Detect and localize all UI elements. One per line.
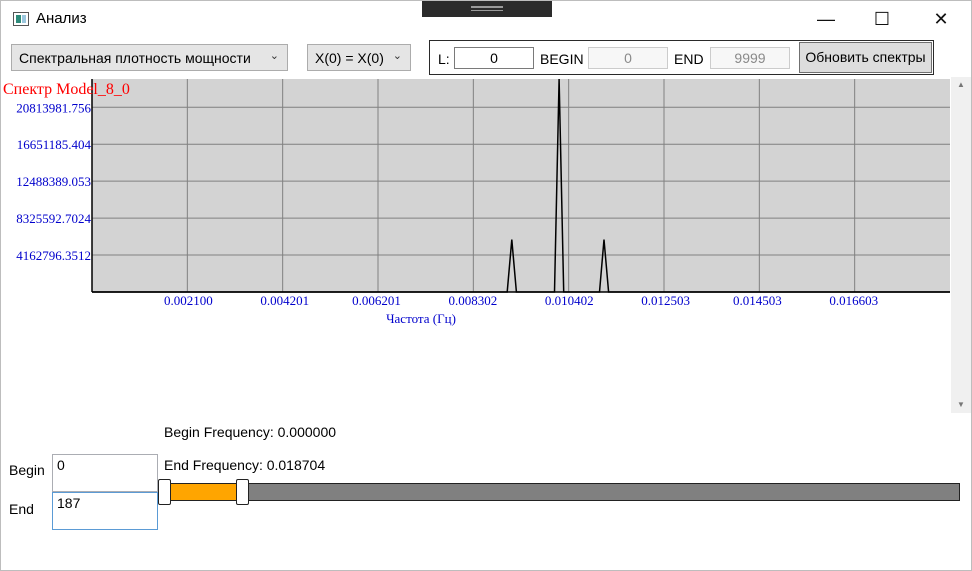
title-bar[interactable]: Анализ — ☐ ✕ xyxy=(1,1,971,37)
range-slider-track[interactable] xyxy=(164,483,960,501)
app-icon xyxy=(13,12,29,26)
l-input[interactable]: 0 xyxy=(454,47,534,69)
y-tick-label: 4162796.3512 xyxy=(16,248,91,263)
close-button[interactable]: ✕ xyxy=(918,1,964,37)
x-tick-label: 0.016603 xyxy=(829,293,878,308)
range-end-label: End xyxy=(9,501,34,517)
range-begin-input[interactable]: 0 xyxy=(52,454,158,492)
y-tick-label: 8325592.7024 xyxy=(16,211,91,226)
plot-area xyxy=(92,79,950,292)
begin-input[interactable]: 0 xyxy=(588,47,668,69)
end-input[interactable]: 9999 xyxy=(710,47,790,69)
y-tick-label: 20813981.756 xyxy=(16,100,91,115)
y-tick-label: 16651185.404 xyxy=(17,137,92,152)
end-frequency-text: End Frequency: 0.018704 xyxy=(164,457,326,473)
maximize-button[interactable]: ☐ xyxy=(859,1,905,37)
close-icon: ✕ xyxy=(933,8,949,29)
scroll-up-icon[interactable]: ▲ xyxy=(951,77,971,93)
x0-mode-value: X(0) = X(0) xyxy=(315,49,384,66)
spectrum-chart: 20813981.756 16651185.404 12488389.053 8325… xyxy=(3,78,950,326)
minimize-button[interactable]: — xyxy=(803,1,849,37)
chevron-down-icon: ⌄ xyxy=(392,50,402,62)
analysis-window: Анализ — ☐ ✕ Спектральная плотность мощн… xyxy=(0,0,972,571)
y-tick-label: 12488389.053 xyxy=(16,174,91,189)
begin-frequency-text: Begin Frequency: 0.000000 xyxy=(164,424,337,440)
x-tick-label: 0.004201 xyxy=(260,293,309,308)
l-label: L: xyxy=(438,51,450,67)
x-tick-label: 0.010402 xyxy=(545,293,594,308)
range-slider-high-thumb[interactable] xyxy=(236,479,249,505)
vertical-scrollbar[interactable]: ▲ ▼ xyxy=(951,77,971,413)
spectrum-type-value: Спектральная плотность мощности xyxy=(19,49,251,66)
spectrum-type-select[interactable]: Спектральная плотность мощности ⌄ xyxy=(11,44,288,71)
drag-handle[interactable] xyxy=(422,1,552,17)
range-slider-selection xyxy=(171,484,236,500)
maximize-icon: ☐ xyxy=(873,8,891,29)
scroll-down-icon[interactable]: ▼ xyxy=(951,397,971,413)
range-end-input[interactable]: 187 xyxy=(52,492,158,530)
refresh-spectra-button[interactable]: Обновить спектры xyxy=(799,42,932,73)
begin-label: BEGIN xyxy=(540,51,584,67)
x-tick-label: 0.002100 xyxy=(164,293,213,308)
chevron-down-icon: ⌄ xyxy=(269,50,279,62)
x-tick-label: 0.014503 xyxy=(733,293,782,308)
x-tick-label: 0.006201 xyxy=(352,293,401,308)
chart-title: Спектр Model_8_0 xyxy=(3,81,130,98)
x0-mode-select[interactable]: X(0) = X(0) ⌄ xyxy=(307,44,411,71)
window-title: Анализ xyxy=(36,10,87,27)
minimize-icon: — xyxy=(817,8,835,29)
range-slider-low-thumb[interactable] xyxy=(158,479,171,505)
end-label: END xyxy=(674,51,704,67)
range-begin-label: Begin xyxy=(9,462,45,478)
x-tick-label: 0.012503 xyxy=(641,293,690,308)
x-tick-label: 0.008302 xyxy=(449,293,498,308)
x-axis-title: Частота (Гц) xyxy=(386,311,456,326)
